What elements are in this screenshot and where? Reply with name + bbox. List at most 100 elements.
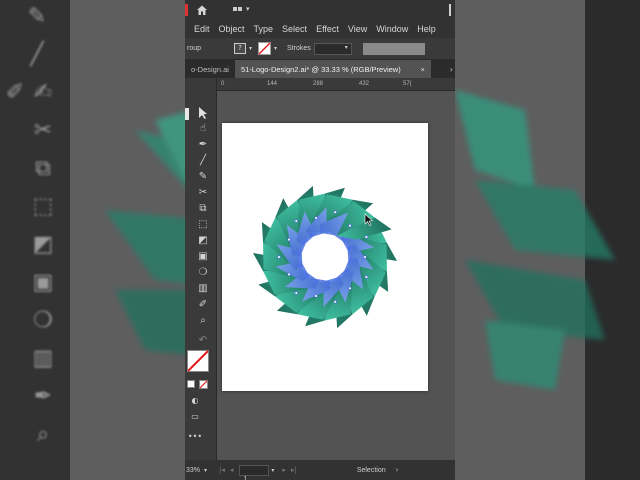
rotate-tool-icon[interactable]: ⧉: [195, 202, 211, 216]
logo-artwork[interactable]: [222, 123, 428, 391]
zoom-level[interactable]: 33%: [186, 467, 202, 474]
artboard-number-field[interactable]: 1: [239, 464, 270, 480]
anchor-point[interactable]: [314, 216, 318, 220]
blurred-eyedropper-icon: ✒: [33, 384, 53, 409]
blend-tool-icon[interactable]: ❍: [195, 266, 211, 280]
menu-help[interactable]: Help: [417, 24, 436, 34]
blurred-graph-icon: ▥: [32, 346, 54, 371]
anchor-point[interactable]: [314, 294, 318, 298]
shape-builder-icon[interactable]: ◩: [195, 234, 211, 248]
status-menu-icon[interactable]: ›: [396, 466, 399, 474]
anchor-point[interactable]: [364, 235, 368, 239]
strokes-label[interactable]: Strokes: [287, 45, 311, 52]
default-colors-icon[interactable]: [187, 380, 195, 388]
document-tab-bar: o-Design.ai 51-Logo-Design2.ai* @ 33.33 …: [185, 60, 455, 78]
anchor-point[interactable]: [364, 275, 368, 279]
title-bar: ▾: [185, 0, 455, 20]
anchor-point[interactable]: [348, 286, 352, 290]
home-icon[interactable]: [196, 4, 208, 16]
fill-help-icon[interactable]: ?: [234, 43, 246, 54]
window-control-edge[interactable]: [449, 4, 451, 16]
anchor-point[interactable]: [333, 300, 337, 304]
artboard[interactable]: [222, 123, 428, 391]
anchor-point[interactable]: [294, 219, 298, 223]
ruler-tick-label: 0: [221, 81, 225, 87]
more-tools-icon[interactable]: •••: [187, 430, 203, 444]
tab-logo-design2[interactable]: 51-Logo-Design2.ai* @ 33.33 % (RGB/Previ…: [234, 60, 431, 78]
first-artboard-icon[interactable]: |◂: [219, 466, 225, 474]
stroke-weight-field[interactable]: ▾: [313, 42, 352, 55]
blurred-scissors-icon: ✂: [33, 118, 53, 143]
screenshot-root: ✎ ╱ ✐ ✍ ✂ ⧉ ⬚ ◩ ▣ ❍ ▥ ✒ ⌕ ▾ Edit Object …: [0, 0, 640, 480]
draw-mode-icon[interactable]: ◐: [187, 394, 203, 408]
blurred-logo-left: [105, 112, 185, 355]
brush-tool-icon[interactable]: ✎: [195, 170, 211, 184]
anchor-point[interactable]: [348, 224, 352, 228]
anchor-point[interactable]: [287, 238, 291, 242]
stroke-weight-dropdown-icon[interactable]: ▾: [345, 44, 348, 51]
menu-effect[interactable]: Effect: [316, 24, 339, 34]
current-tool-status: Selection: [356, 466, 386, 474]
eyedropper-tool-icon[interactable]: ✐: [195, 298, 211, 312]
blurred-line-icon: ╱: [30, 42, 44, 67]
menu-view[interactable]: View: [348, 24, 367, 34]
gradient-tool-icon[interactable]: ▣: [195, 250, 211, 264]
menu-select[interactable]: Select: [282, 24, 307, 34]
free-transform-icon[interactable]: ⬚: [195, 218, 211, 232]
anchor-point[interactable]: [277, 255, 281, 259]
swap-fill-stroke-icon[interactable]: ↶: [195, 334, 211, 348]
variable-width-profile-field[interactable]: [362, 42, 425, 55]
tab-logo-design[interactable]: o-Design.ai: [185, 60, 235, 78]
status-bar: 33% ▾ |◂ ◂ 1 ▾ ▸ ▸| Selection ›: [185, 460, 455, 480]
last-artboard-icon[interactable]: ▸|: [291, 466, 297, 474]
panel-collapse-edge[interactable]: [185, 108, 189, 120]
ruler-tick-label: 432: [359, 81, 370, 87]
blurred-brush-icon: ✎: [27, 4, 47, 29]
screen-mode-icon[interactable]: ▭: [187, 410, 203, 424]
mouse-cursor-icon: [364, 213, 374, 226]
direct-selection-icon[interactable]: ☝: [195, 122, 211, 136]
stroke-dropdown-icon[interactable]: ▾: [274, 45, 277, 52]
scissors-tool-icon[interactable]: ✂: [195, 186, 211, 200]
anchor-point[interactable]: [333, 210, 337, 214]
none-color-icon[interactable]: [199, 380, 208, 389]
graph-tool-icon[interactable]: ▥: [195, 282, 211, 296]
fill-swatch[interactable]: [187, 350, 209, 372]
logo-center: [303, 235, 347, 279]
blurred-paintbrush-icon: ✍: [33, 80, 53, 105]
blurred-pencil-icon: ✐: [5, 80, 25, 105]
pen-tool-icon[interactable]: ✒: [195, 138, 211, 152]
zoom-tool-icon[interactable]: ⌕: [195, 314, 211, 328]
anchor-point[interactable]: [294, 291, 298, 295]
workspace-switcher-icon[interactable]: ▾: [233, 5, 250, 13]
blurred-zoom-icon: ⌕: [36, 422, 50, 447]
previous-artboard-icon[interactable]: ◂: [230, 466, 234, 474]
control-bar: roup ? ▾ ▾ Strokes ▾: [185, 38, 455, 60]
menu-edit[interactable]: Edit: [194, 24, 210, 34]
artboard-number: 1: [243, 475, 248, 480]
tab-logo-design-label: o-Design.ai: [191, 64, 229, 74]
line-tool-icon[interactable]: ╱: [195, 154, 211, 168]
artboard-dropdown-icon[interactable]: ▾: [271, 467, 274, 474]
canvas-area[interactable]: [218, 91, 455, 460]
blurred-background-left: ✎ ╱ ✐ ✍ ✂ ⧉ ⬚ ◩ ▣ ❍ ▥ ✒ ⌕: [0, 0, 185, 480]
anchor-point[interactable]: [287, 272, 291, 276]
tab-overflow-icon[interactable]: ›: [431, 60, 455, 78]
next-artboard-icon[interactable]: ▸: [282, 466, 286, 474]
selection-type-label: roup: [187, 45, 202, 52]
tab-close-icon[interactable]: ×: [421, 65, 425, 74]
blurred-shape-builder-icon: ◩: [32, 232, 54, 257]
selection-arrow-icon[interactable]: [195, 106, 211, 120]
blurred-transform-icon: ⬚: [32, 194, 54, 219]
menu-object[interactable]: Object: [219, 24, 245, 34]
zoom-dropdown-icon[interactable]: ▾: [204, 467, 207, 474]
blurred-blend-icon: ❍: [33, 308, 53, 333]
fill-dropdown-icon[interactable]: ▾: [249, 45, 252, 52]
blurred-scale-icon: ⧉: [35, 156, 51, 181]
menu-type[interactable]: Type: [254, 24, 274, 34]
menu-window[interactable]: Window: [376, 24, 408, 34]
anchor-point[interactable]: [363, 255, 367, 259]
horizontal-ruler[interactable]: 0 144 288 432 57(: [217, 78, 455, 91]
ruler-tick-label: 144: [267, 81, 278, 87]
stroke-none-swatch-icon[interactable]: [258, 42, 272, 55]
